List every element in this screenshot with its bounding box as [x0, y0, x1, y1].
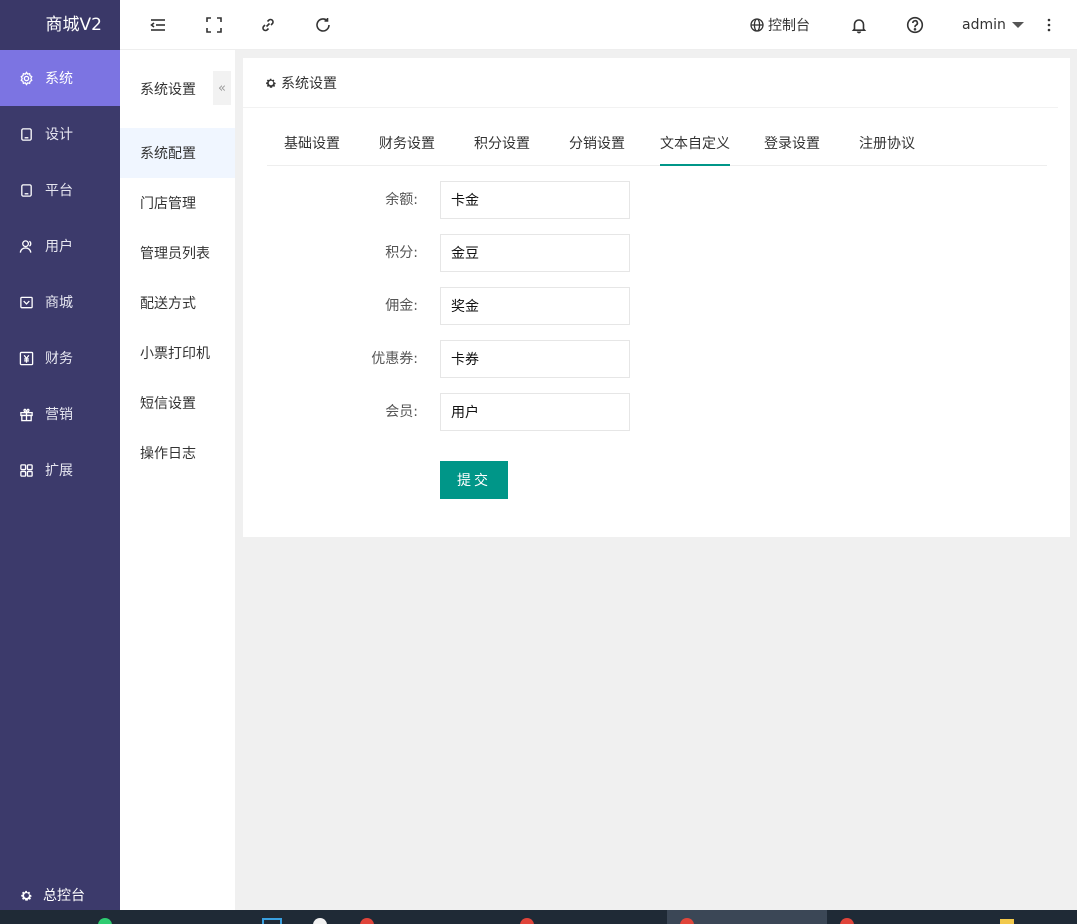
subnav-item-operation-log[interactable]: 操作日志	[120, 428, 235, 478]
sidebar-item-platform[interactable]: 平台	[0, 162, 120, 218]
balance-label: 余额:	[385, 192, 418, 208]
bell-icon[interactable]	[849, 15, 869, 35]
sidebar-item-label: 商城	[45, 295, 73, 311]
taskbar-app-icon[interactable]	[313, 918, 327, 924]
tab-points-settings[interactable]: 积分设置	[474, 126, 530, 166]
fullscreen-icon[interactable]	[204, 15, 224, 35]
sidebar-item-label: 用户	[45, 239, 73, 255]
tab-registration-agreement[interactable]: 注册协议	[859, 126, 915, 166]
commission-label: 佣金:	[385, 298, 418, 314]
subnav-title-text: 系统设置	[140, 82, 196, 98]
gear-icon	[266, 78, 276, 88]
balance-field[interactable]	[440, 181, 630, 219]
mail-icon	[18, 294, 34, 310]
console-label: 总控台	[43, 888, 85, 904]
points-field[interactable]	[440, 234, 630, 272]
main-sidebar: 商城V2 系统 设计 平台 用户 商城 财务 营销 扩展 总控台	[0, 0, 120, 910]
sidebar-item-label: 平台	[45, 183, 73, 199]
taskbar-folder-icon[interactable]	[1000, 919, 1014, 924]
sidebar-item-marketing[interactable]: 营销	[0, 386, 120, 442]
member-field[interactable]	[440, 393, 630, 431]
sidebar-item-extensions[interactable]: 扩展	[0, 442, 120, 498]
settings-card: 系统设置 基础设置 财务设置 积分设置 分销设置 文本自定义 登录设置 注册协议…	[243, 58, 1070, 537]
gear-icon	[21, 890, 32, 901]
caret-down-icon	[1011, 22, 1024, 28]
user-menu[interactable]: admin	[962, 0, 1024, 50]
subnav-item-sms-settings[interactable]: 短信设置	[120, 378, 235, 428]
refresh-icon[interactable]	[313, 15, 333, 35]
subnav-item-system-config[interactable]: 系统配置	[120, 128, 235, 178]
taskbar-app-icon[interactable]	[98, 918, 112, 924]
gear-icon	[18, 70, 34, 86]
member-label: 会员:	[385, 404, 418, 420]
console-link[interactable]: 控制台	[750, 0, 810, 50]
sidebar-item-label: 营销	[45, 407, 73, 423]
sidebar-item-design[interactable]: 设计	[0, 106, 120, 162]
link-icon[interactable]	[258, 15, 278, 35]
sidebar-item-label: 系统	[45, 71, 73, 87]
tab-basic-settings[interactable]: 基础设置	[284, 126, 340, 166]
yen-icon	[18, 350, 34, 366]
more-vertical-icon[interactable]	[1039, 15, 1059, 35]
form-row-balance: 余额:	[243, 181, 1070, 219]
tab-finance-settings[interactable]: 财务设置	[379, 126, 435, 166]
sidebar-item-mall[interactable]: 商城	[0, 274, 120, 330]
top-header: 控制台 admin	[120, 0, 1077, 50]
card-header: 系统设置	[243, 58, 1058, 108]
globe-icon	[750, 18, 764, 32]
submit-button[interactable]: 提交	[440, 461, 508, 499]
tablet-icon	[18, 182, 34, 198]
collapse-button[interactable]: «	[213, 71, 231, 105]
grid-icon	[18, 462, 34, 478]
os-taskbar	[0, 910, 1077, 924]
subnav-item-admin-list[interactable]: 管理员列表	[120, 228, 235, 278]
console-label: 控制台	[768, 18, 810, 34]
form-row-coupon: 优惠券:	[243, 340, 1070, 378]
taskbar-app-icon[interactable]	[262, 918, 282, 924]
taskbar-app-icon[interactable]	[840, 918, 854, 924]
sidebar-item-label: 扩展	[45, 463, 73, 479]
coupon-label: 优惠券:	[371, 351, 418, 367]
tablet-icon	[18, 126, 34, 142]
sidebar-item-console[interactable]: 总控台	[0, 880, 120, 910]
subnav-item-store-management[interactable]: 门店管理	[120, 178, 235, 228]
brand-logo[interactable]: 商城V2	[0, 0, 120, 50]
help-icon[interactable]	[905, 15, 925, 35]
user-icon	[18, 238, 34, 254]
page-title: 系统设置	[281, 75, 337, 92]
sidebar-item-system[interactable]: 系统	[0, 50, 120, 106]
taskbar-app-icon[interactable]	[360, 918, 374, 924]
secondary-sidebar: 系统设置 « 系统配置 门店管理 管理员列表 配送方式 小票打印机 短信设置 操…	[120, 50, 235, 910]
commission-field[interactable]	[440, 287, 630, 325]
form-row-commission: 佣金:	[243, 287, 1070, 325]
tab-distribution-settings[interactable]: 分销设置	[569, 126, 625, 166]
form-row-points: 积分:	[243, 234, 1070, 272]
settings-tabs: 基础设置 财务设置 积分设置 分销设置 文本自定义 登录设置 注册协议	[267, 126, 1047, 166]
sidebar-item-users[interactable]: 用户	[0, 218, 120, 274]
subnav-title: 系统设置 «	[120, 50, 235, 128]
gift-icon	[18, 406, 34, 422]
points-label: 积分:	[385, 245, 418, 261]
menu-indent-icon[interactable]	[148, 15, 168, 35]
tab-text-customization[interactable]: 文本自定义	[660, 126, 730, 166]
coupon-field[interactable]	[440, 340, 630, 378]
taskbar-app-icon[interactable]	[520, 918, 534, 924]
sidebar-item-label: 财务	[45, 351, 73, 367]
subnav-item-delivery-methods[interactable]: 配送方式	[120, 278, 235, 328]
form-row-member: 会员:	[243, 393, 1070, 431]
tab-login-settings[interactable]: 登录设置	[764, 126, 820, 166]
sidebar-item-finance[interactable]: 财务	[0, 330, 120, 386]
username: admin	[962, 17, 1006, 33]
sidebar-item-label: 设计	[45, 127, 73, 143]
subnav-item-receipt-printer[interactable]: 小票打印机	[120, 328, 235, 378]
